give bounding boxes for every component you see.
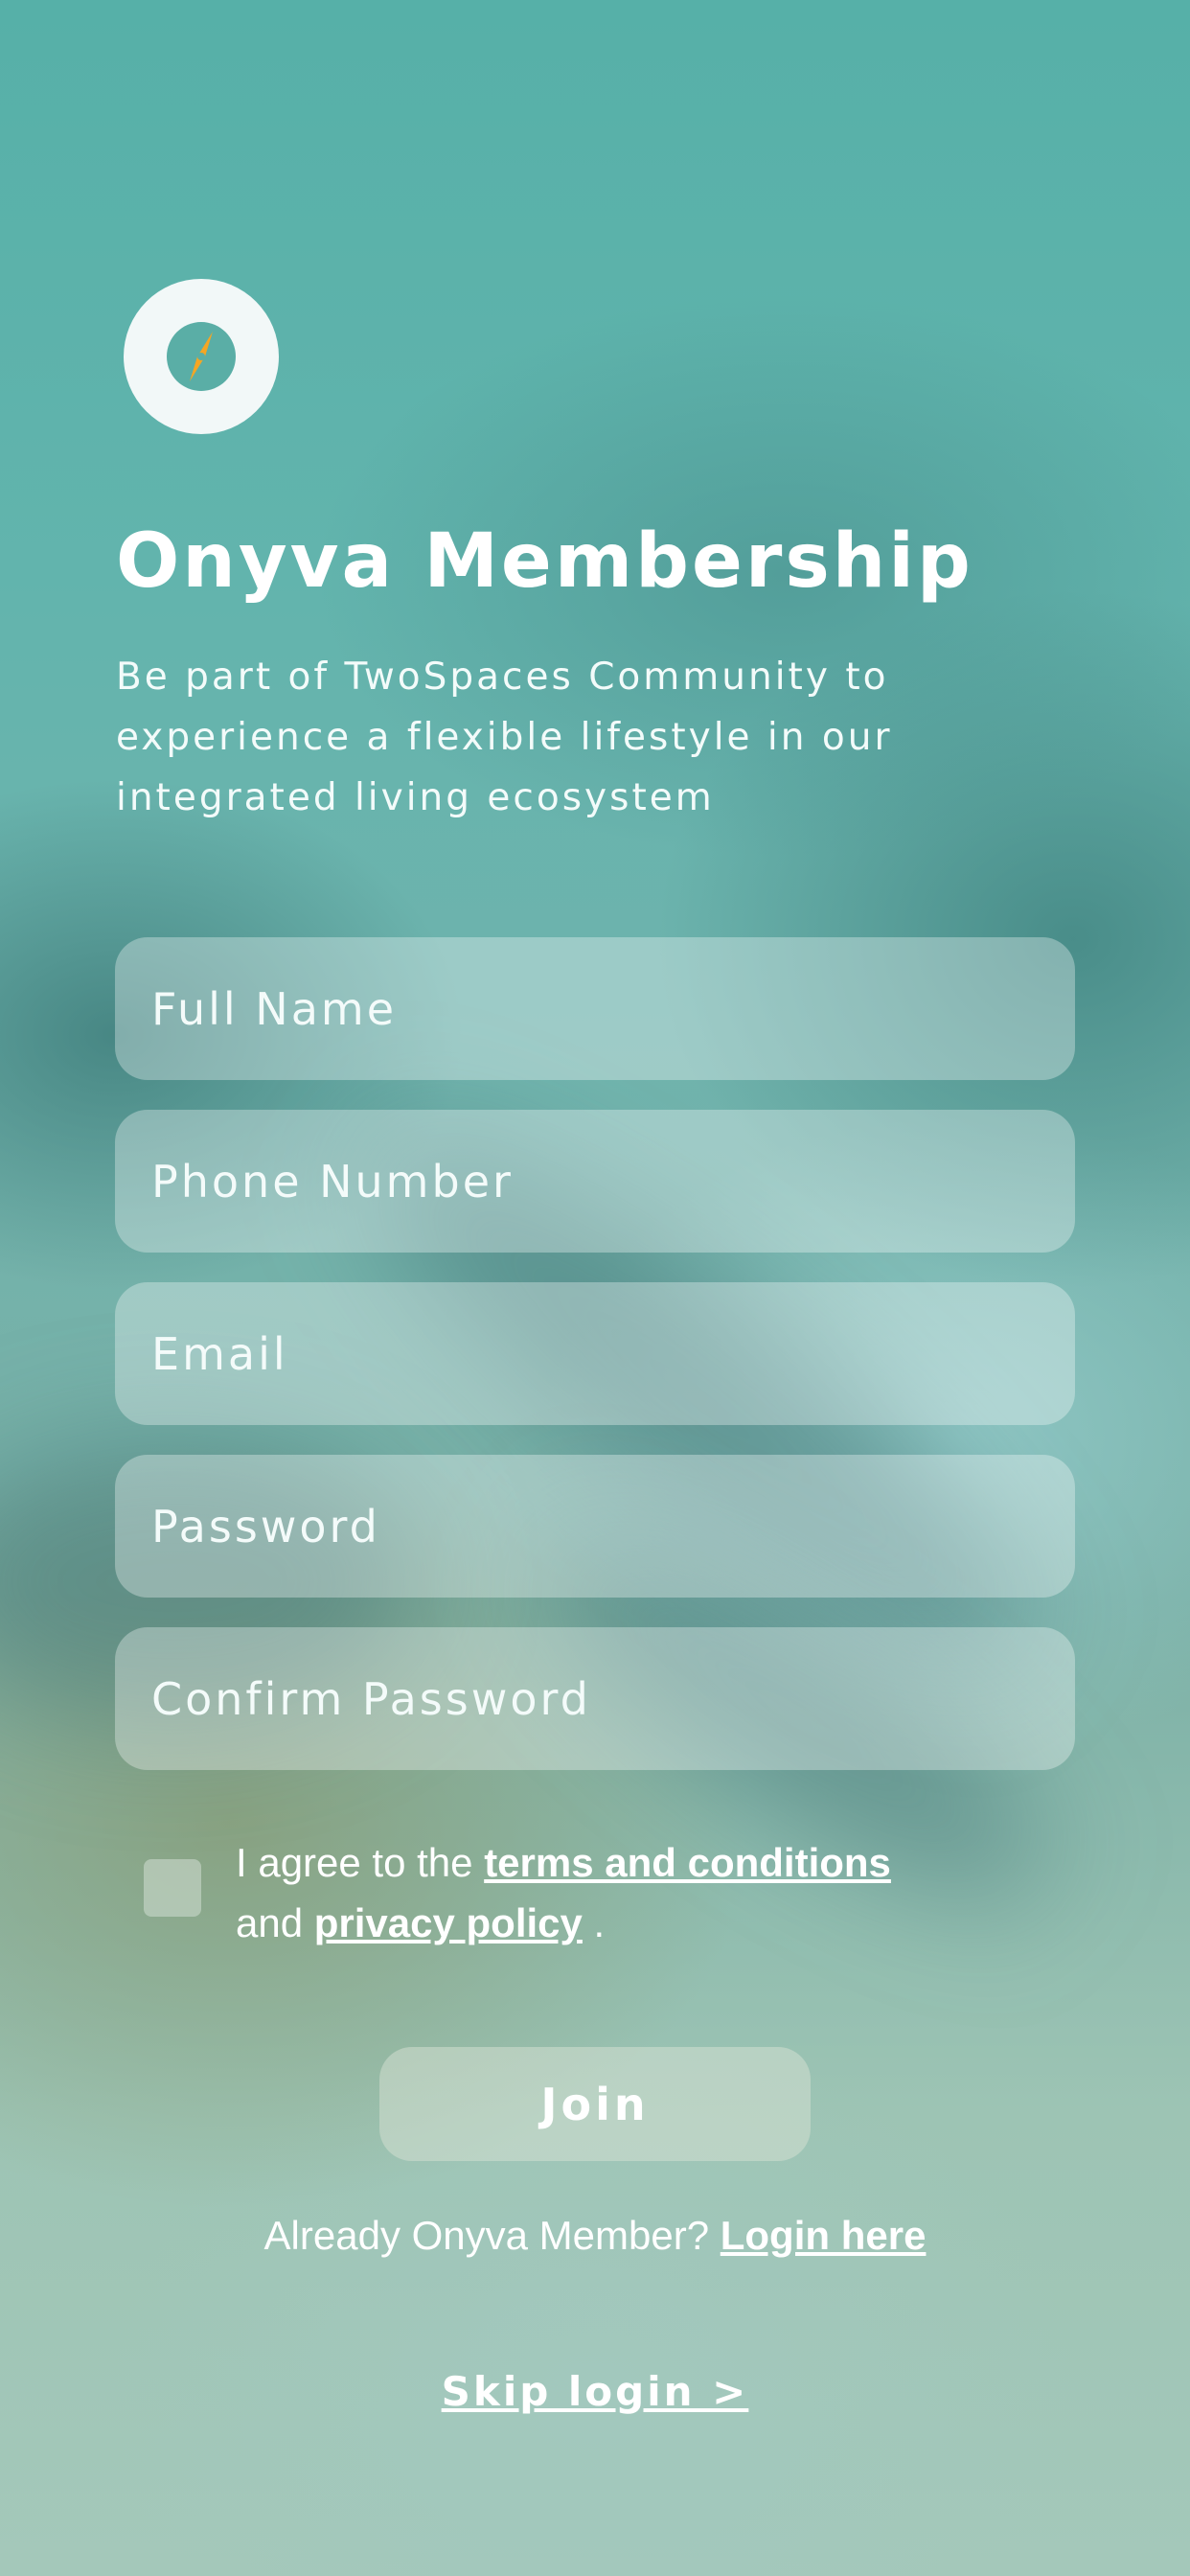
privacy-policy-link[interactable]: privacy policy <box>314 1900 583 1945</box>
email-field[interactable] <box>115 1282 1075 1425</box>
phone-number-input[interactable] <box>151 1155 1039 1208</box>
confirm-password-field[interactable] <box>115 1627 1075 1770</box>
login-prompt-text: Already Onyva Member? <box>263 2213 721 2258</box>
signup-screen: Onyva Membership Be part of TwoSpaces Co… <box>0 0 1190 2576</box>
full-name-field[interactable] <box>115 937 1075 1080</box>
terms-link[interactable]: terms and conditions <box>484 1840 891 1885</box>
agree-checkbox[interactable] <box>144 1859 201 1917</box>
join-button[interactable]: Join <box>379 2047 811 2161</box>
password-input[interactable] <box>151 1500 1039 1552</box>
skip-login-link[interactable]: Skip login > <box>0 2365 1190 2419</box>
app-logo <box>124 279 279 434</box>
login-prompt: Already Onyva Member? Login here <box>0 2209 1190 2263</box>
agreement-text: I agree to the terms and conditions and p… <box>236 1832 1021 1953</box>
agreement-prefix: I agree to the <box>236 1840 485 1885</box>
login-link[interactable]: Login here <box>721 2213 927 2258</box>
agreement-suffix: . <box>582 1900 606 1945</box>
agreement-middle: and <box>236 1900 314 1945</box>
password-field[interactable] <box>115 1455 1075 1598</box>
page-title: Onyva Membership <box>116 518 973 605</box>
compass-icon <box>167 322 236 391</box>
email-input[interactable] <box>151 1327 1039 1380</box>
page-subtitle: Be part of TwoSpaces Community to experi… <box>116 656 893 819</box>
confirm-password-input[interactable] <box>151 1672 1039 1725</box>
phone-number-field[interactable] <box>115 1110 1075 1253</box>
full-name-input[interactable] <box>151 982 1039 1035</box>
